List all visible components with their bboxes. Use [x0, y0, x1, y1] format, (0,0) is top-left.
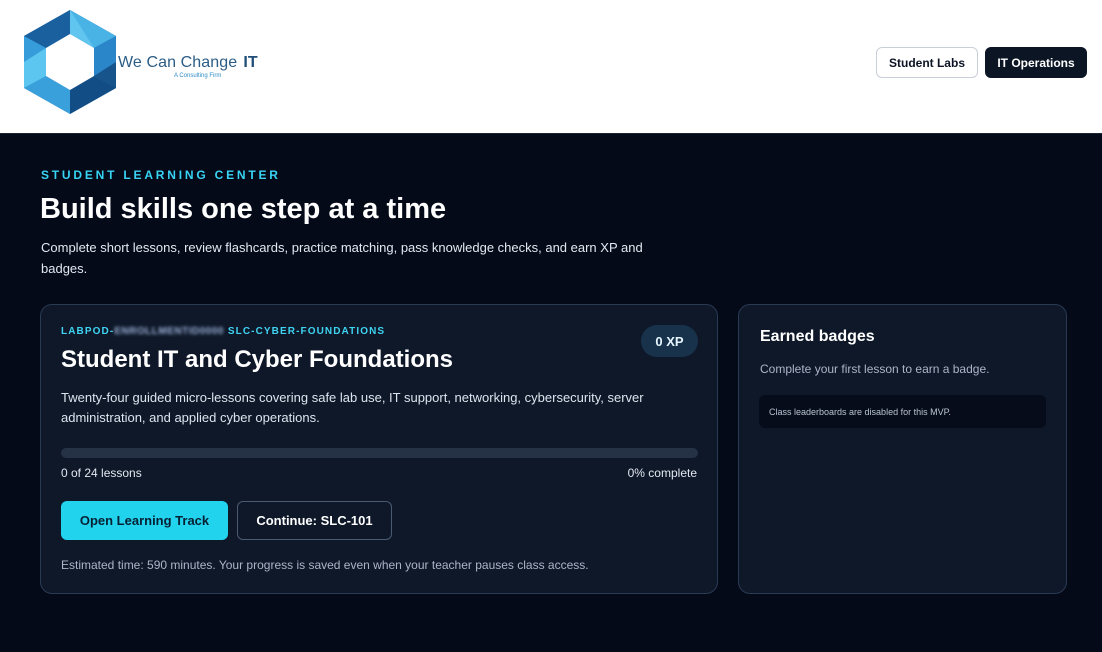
brand-name: We Can Change IT: [118, 54, 258, 71]
brand: We Can Change IT A Consulting Firm: [118, 54, 258, 79]
student-labs-button[interactable]: Student Labs: [876, 47, 978, 78]
page-description: Complete short lessons, review flashcard…: [41, 240, 643, 276]
lessons-completed: 0 of 24 lessons: [61, 466, 142, 480]
page-title: Build skills one step at a time: [40, 193, 447, 225]
redacted-id: ENROLLMENTID0000: [114, 326, 224, 337]
section-eyebrow: STUDENT LEARNING CENTER: [41, 168, 281, 182]
badges-title: Earned badges: [760, 328, 875, 345]
badges-description: Complete your first lesson to earn a bad…: [760, 362, 990, 376]
brand-subtitle: A Consulting Firm: [174, 73, 222, 79]
hexagon-logo-icon[interactable]: [24, 10, 116, 114]
progress-bar: [61, 448, 698, 458]
estimated-time-note: Estimated time: 590 minutes. Your progre…: [61, 558, 589, 572]
site-header: We Can Change IT A Consulting Firm Studen…: [0, 0, 1102, 134]
continue-lesson-button[interactable]: Continue: SLC-101: [237, 501, 392, 540]
xp-badge: 0 XP: [641, 325, 698, 357]
open-learning-track-button[interactable]: Open Learning Track: [61, 501, 228, 540]
percent-complete: 0% complete: [627, 466, 697, 480]
track-description: Twenty-four guided micro-lessons coverin…: [61, 390, 644, 425]
it-operations-button[interactable]: IT Operations: [985, 47, 1087, 78]
track-title: Student IT and Cyber Foundations: [61, 346, 453, 373]
earned-badges-card: Earned badges Complete your first lesson…: [738, 304, 1067, 594]
track-code: LABPOD-ENROLLMENTID0000 SLC-CYBER-FOUNDA…: [61, 326, 386, 337]
leaderboard-note: Class leaderboards are disabled for this…: [759, 395, 1046, 428]
learning-track-card: LABPOD-ENROLLMENTID0000 SLC-CYBER-FOUNDA…: [40, 304, 718, 594]
